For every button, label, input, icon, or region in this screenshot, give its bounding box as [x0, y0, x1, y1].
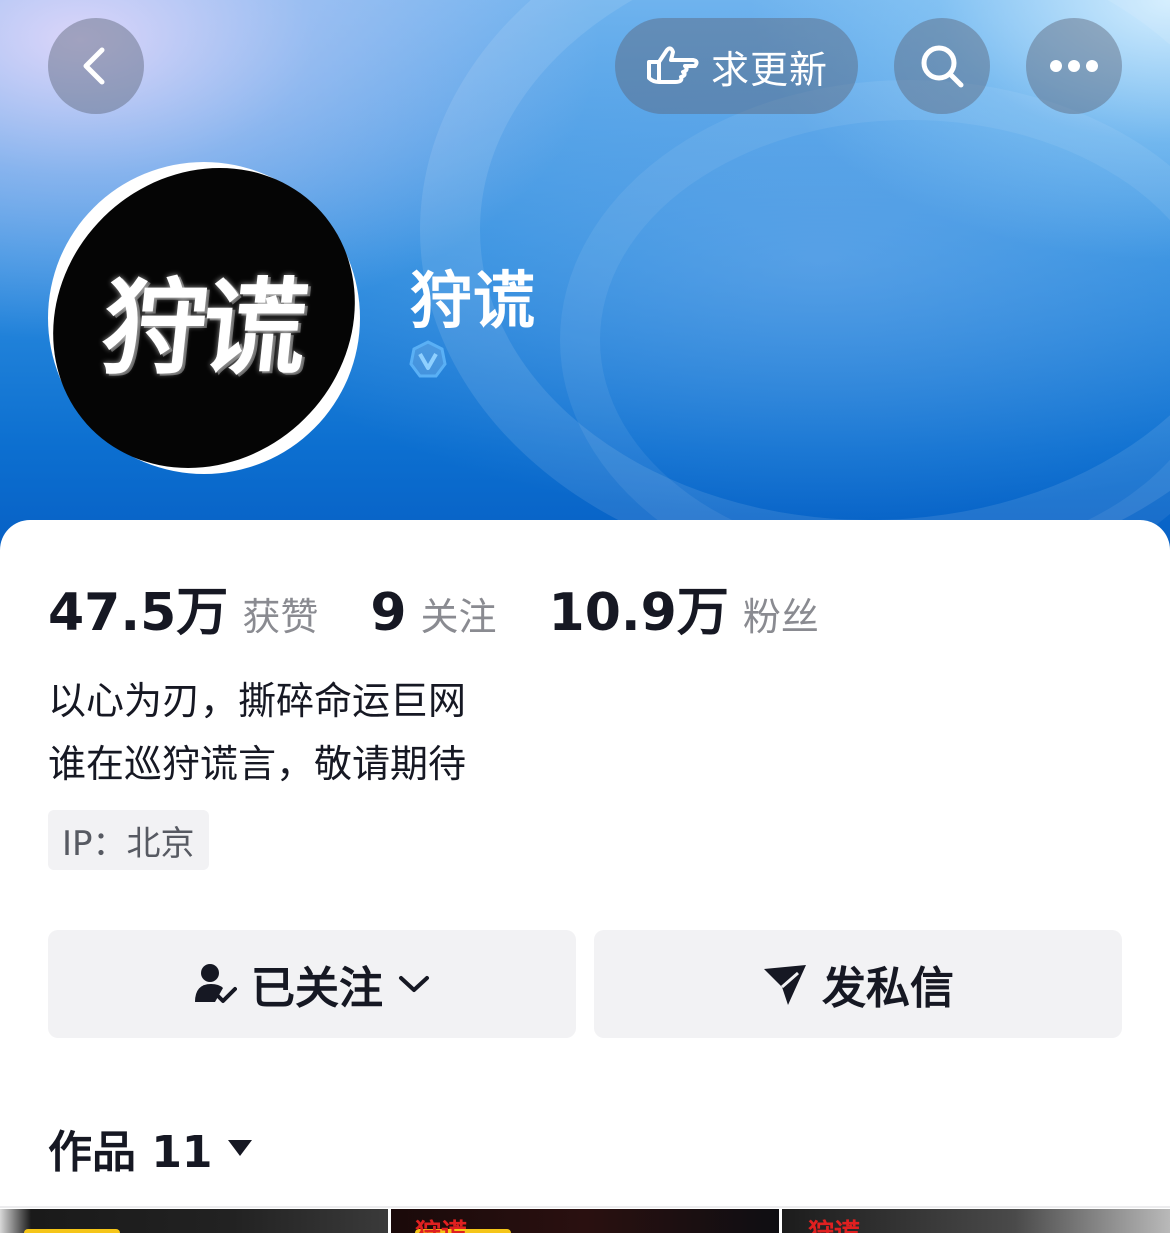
video-thumbnail[interactable]: 狩谎 [391, 1209, 779, 1233]
video-thumbnail[interactable] [0, 1209, 388, 1233]
video-thumbnail[interactable]: 狩谎 [782, 1209, 1170, 1233]
chevron-left-icon [83, 47, 105, 85]
pointing-hand-icon [646, 46, 699, 84]
followers-label[interactable]: 粉丝 [743, 586, 819, 641]
back-button[interactable] [48, 18, 144, 114]
more-dots-icon [1050, 60, 1098, 72]
send-message-label: 发私信 [822, 963, 954, 1014]
send-icon [764, 965, 806, 1005]
followed-button[interactable]: 已关注 [48, 930, 576, 1038]
profile-name: 狩谎 [410, 264, 537, 337]
more-button[interactable] [1026, 18, 1122, 114]
likes-count: 47.5万 [48, 583, 229, 643]
caret-down-icon [227, 1140, 252, 1156]
followed-label: 已关注 [251, 963, 383, 1014]
bio: 以心为刃，撕碎命运巨网 谁在巡狩谎言，敬请期待 [48, 670, 466, 796]
chevron-down-icon [399, 976, 429, 992]
search-icon [921, 45, 964, 88]
thumbnail-title: 狩谎 [415, 1213, 467, 1233]
user-check-icon [195, 964, 237, 1003]
works-tab[interactable]: 作品 11 [48, 1118, 253, 1178]
likes-label: 获赞 [242, 595, 319, 639]
bio-line: 谁在巡狩谎言，敬请期待 [48, 742, 467, 786]
following-count[interactable]: 9 [370, 583, 406, 643]
thumbnail-title: 狩谎 [808, 1213, 860, 1233]
divider [0, 1206, 1170, 1208]
works-label: 作品 11 [48, 1127, 213, 1178]
verified-badge-icon [409, 340, 447, 378]
search-button[interactable] [894, 18, 990, 114]
request-update-button[interactable]: 求更新 [615, 18, 858, 114]
bio-line: 以心为刃，撕碎命运巨网 [48, 679, 467, 723]
pinned-badge [24, 1229, 120, 1233]
following-label[interactable]: 关注 [421, 586, 497, 641]
ip-location-tag: IP：北京 [48, 810, 209, 870]
stats-row: 47.5万 获赞 9 关注 10.9万 粉丝 [48, 570, 819, 643]
send-message-button[interactable]: 发私信 [594, 930, 1122, 1038]
avatar[interactable]: 狩谎 [38, 162, 370, 474]
followers-count[interactable]: 10.9万 [549, 570, 729, 645]
request-update-label: 求更新 [710, 47, 828, 92]
